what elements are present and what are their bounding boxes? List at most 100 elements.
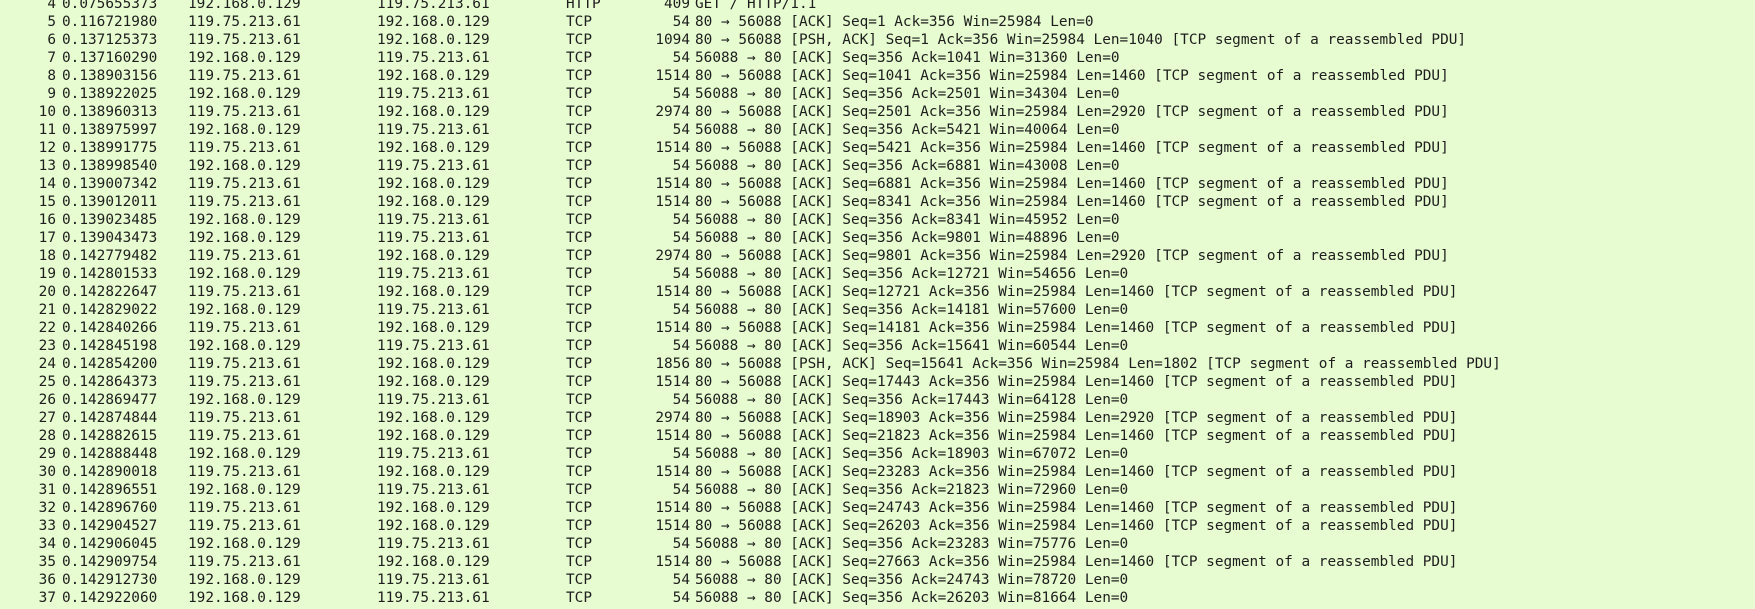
packet-time: 0.142922060: [62, 590, 158, 606]
packet-row[interactable]: 10 0.138960313 119.75.213.61 192.168.0.129 T…: [0, 103, 1755, 121]
packet-row[interactable]: 33 0.142904527 119.75.213.61 192.168.0.129 T…: [0, 517, 1755, 535]
packet-source: 192.168.0.129: [188, 230, 301, 246]
packet-row[interactable]: 32 0.142896760 119.75.213.61 192.168.0.129 T…: [0, 499, 1755, 517]
packet-row[interactable]: 31 0.142896551 192.168.0.129 119.75.213.61 T…: [0, 481, 1755, 499]
packet-row[interactable]: 27 0.142874844 119.75.213.61 192.168.0.129 T…: [0, 409, 1755, 427]
packet-row[interactable]: 24 0.142854200 119.75.213.61 192.168.0.129 T…: [0, 355, 1755, 373]
packet-number: 5: [47, 14, 56, 30]
packet-row[interactable]: 34 0.142906045 192.168.0.129 119.75.213.61 T…: [0, 535, 1755, 553]
packet-destination: 119.75.213.61: [377, 50, 490, 66]
packet-row[interactable]: 17 0.139043473 192.168.0.129 119.75.213.61 T…: [0, 229, 1755, 247]
packet-length: 54: [672, 302, 690, 318]
packet-row[interactable]: 22 0.142840266 119.75.213.61 192.168.0.129 T…: [0, 319, 1755, 337]
packet-time: 0.142896760: [62, 500, 158, 516]
packet-time: 0.142829022: [62, 302, 158, 318]
packet-row[interactable]: 21 0.142829022 192.168.0.129 119.75.213.61 T…: [0, 301, 1755, 319]
packet-number: 23: [38, 338, 56, 354]
packet-info: 80 → 56088 [ACK] Seq=5421 Ack=356 Win=25…: [695, 140, 1449, 156]
packet-source: 119.75.213.61: [188, 14, 301, 30]
packet-row[interactable]: 16 0.139023485 192.168.0.129 119.75.213.61 T…: [0, 211, 1755, 229]
packet-protocol: TCP: [566, 50, 592, 66]
packet-number: 26: [38, 392, 56, 408]
packet-source: 119.75.213.61: [188, 248, 301, 264]
packet-row[interactable]: 12 0.138991775 119.75.213.61 192.168.0.129 T…: [0, 139, 1755, 157]
packet-number: 24: [38, 356, 56, 372]
packet-info: 56088 → 80 [ACK] Seq=356 Ack=2501 Win=34…: [695, 86, 1120, 102]
packet-row[interactable]: 15 0.139012011 119.75.213.61 192.168.0.129 T…: [0, 193, 1755, 211]
packet-row[interactable]: 14 0.139007342 119.75.213.61 192.168.0.129 T…: [0, 175, 1755, 193]
packet-row[interactable]: 19 0.142801533 192.168.0.129 119.75.213.61 T…: [0, 265, 1755, 283]
packet-destination: 192.168.0.129: [377, 356, 490, 372]
packet-row[interactable]: 13 0.138998540 192.168.0.129 119.75.213.61 T…: [0, 157, 1755, 175]
packet-info: 80 → 56088 [ACK] Seq=2501 Ack=356 Win=25…: [695, 104, 1449, 120]
packet-info: 56088 → 80 [ACK] Seq=356 Ack=1041 Win=31…: [695, 50, 1120, 66]
packet-destination: 192.168.0.129: [377, 248, 490, 264]
packet-row[interactable]: 9 0.138922025 192.168.0.129 119.75.213.61 TC…: [0, 85, 1755, 103]
packet-time: 0.142801533: [62, 266, 158, 282]
packet-source: 192.168.0.129: [188, 446, 301, 462]
packet-protocol: TCP: [566, 320, 592, 336]
packet-time: 0.138998540: [62, 158, 158, 174]
packet-destination: 119.75.213.61: [377, 230, 490, 246]
packet-destination: 192.168.0.129: [377, 428, 490, 444]
packet-row[interactable]: 18 0.142779482 119.75.213.61 192.168.0.129 T…: [0, 247, 1755, 265]
packet-source: 192.168.0.129: [188, 0, 301, 12]
packet-row[interactable]: 4 0.075655373 192.168.0.129 119.75.213.61 HT…: [0, 0, 1755, 13]
packet-source: 119.75.213.61: [188, 194, 301, 210]
packet-info: 80 → 56088 [ACK] Seq=18903 Ack=356 Win=2…: [695, 410, 1458, 426]
packet-number: 11: [38, 122, 56, 138]
packet-source: 192.168.0.129: [188, 482, 301, 498]
packet-info: 80 → 56088 [ACK] Seq=9801 Ack=356 Win=25…: [695, 248, 1449, 264]
packet-row[interactable]: 23 0.142845198 192.168.0.129 119.75.213.61 T…: [0, 337, 1755, 355]
packet-destination: 119.75.213.61: [377, 572, 490, 588]
packet-length: 54: [672, 158, 690, 174]
packet-row[interactable]: 5 0.116721980 119.75.213.61 192.168.0.129 TC…: [0, 13, 1755, 31]
packet-info: 56088 → 80 [ACK] Seq=356 Ack=26203 Win=8…: [695, 590, 1129, 606]
packet-source: 192.168.0.129: [188, 158, 301, 174]
packet-protocol: TCP: [566, 302, 592, 318]
packet-source: 192.168.0.129: [188, 392, 301, 408]
packet-number: 12: [38, 140, 56, 156]
packet-row[interactable]: 11 0.138975997 192.168.0.129 119.75.213.61 T…: [0, 121, 1755, 139]
packet-row[interactable]: 36 0.142912730 192.168.0.129 119.75.213.61 T…: [0, 571, 1755, 589]
packet-list[interactable]: 4 0.075655373 192.168.0.129 119.75.213.61 HT…: [0, 0, 1755, 607]
packet-destination: 192.168.0.129: [377, 32, 490, 48]
packet-info: 56088 → 80 [ACK] Seq=356 Ack=17443 Win=6…: [695, 392, 1129, 408]
packet-row[interactable]: 30 0.142890018 119.75.213.61 192.168.0.129 T…: [0, 463, 1755, 481]
packet-length: 1514: [655, 500, 690, 516]
packet-row[interactable]: 6 0.137125373 119.75.213.61 192.168.0.129 TC…: [0, 31, 1755, 49]
packet-row[interactable]: 35 0.142909754 119.75.213.61 192.168.0.129 T…: [0, 553, 1755, 571]
packet-length: 54: [672, 572, 690, 588]
packet-row[interactable]: 7 0.137160290 192.168.0.129 119.75.213.61 TC…: [0, 49, 1755, 67]
packet-destination: 192.168.0.129: [377, 140, 490, 156]
packet-length: 54: [672, 590, 690, 606]
packet-length: 54: [672, 536, 690, 552]
packet-length: 1514: [655, 374, 690, 390]
packet-info: 80 → 56088 [ACK] Seq=8341 Ack=356 Win=25…: [695, 194, 1449, 210]
packet-number: 27: [38, 410, 56, 426]
packet-row[interactable]: 29 0.142888448 192.168.0.129 119.75.213.61 T…: [0, 445, 1755, 463]
packet-source: 192.168.0.129: [188, 86, 301, 102]
packet-length: 2974: [655, 248, 690, 264]
packet-protocol: TCP: [566, 176, 592, 192]
packet-info: 80 → 56088 [PSH, ACK] Seq=15641 Ack=356 …: [695, 356, 1501, 372]
packet-info: 80 → 56088 [ACK] Seq=26203 Ack=356 Win=2…: [695, 518, 1458, 534]
packet-row[interactable]: 8 0.138903156 119.75.213.61 192.168.0.129 TC…: [0, 67, 1755, 85]
packet-row[interactable]: 28 0.142882615 119.75.213.61 192.168.0.129 T…: [0, 427, 1755, 445]
packet-row[interactable]: 25 0.142864373 119.75.213.61 192.168.0.129 T…: [0, 373, 1755, 391]
packet-protocol: TCP: [566, 104, 592, 120]
packet-row[interactable]: 20 0.142822647 119.75.213.61 192.168.0.129 T…: [0, 283, 1755, 301]
packet-protocol: TCP: [566, 482, 592, 498]
packet-time: 0.138922025: [62, 86, 158, 102]
packet-destination: 119.75.213.61: [377, 590, 490, 606]
packet-time: 0.138975997: [62, 122, 158, 138]
packet-length: 54: [672, 230, 690, 246]
packet-row[interactable]: 37 0.142922060 192.168.0.129 119.75.213.61 T…: [0, 589, 1755, 607]
packet-protocol: TCP: [566, 32, 592, 48]
packet-destination: 119.75.213.61: [377, 212, 490, 228]
packet-length: 54: [672, 266, 690, 282]
packet-row[interactable]: 26 0.142869477 192.168.0.129 119.75.213.61 T…: [0, 391, 1755, 409]
packet-protocol: TCP: [566, 590, 592, 606]
packet-info: 56088 → 80 [ACK] Seq=356 Ack=15641 Win=6…: [695, 338, 1129, 354]
packet-info: 56088 → 80 [ACK] Seq=356 Ack=14181 Win=5…: [695, 302, 1129, 318]
